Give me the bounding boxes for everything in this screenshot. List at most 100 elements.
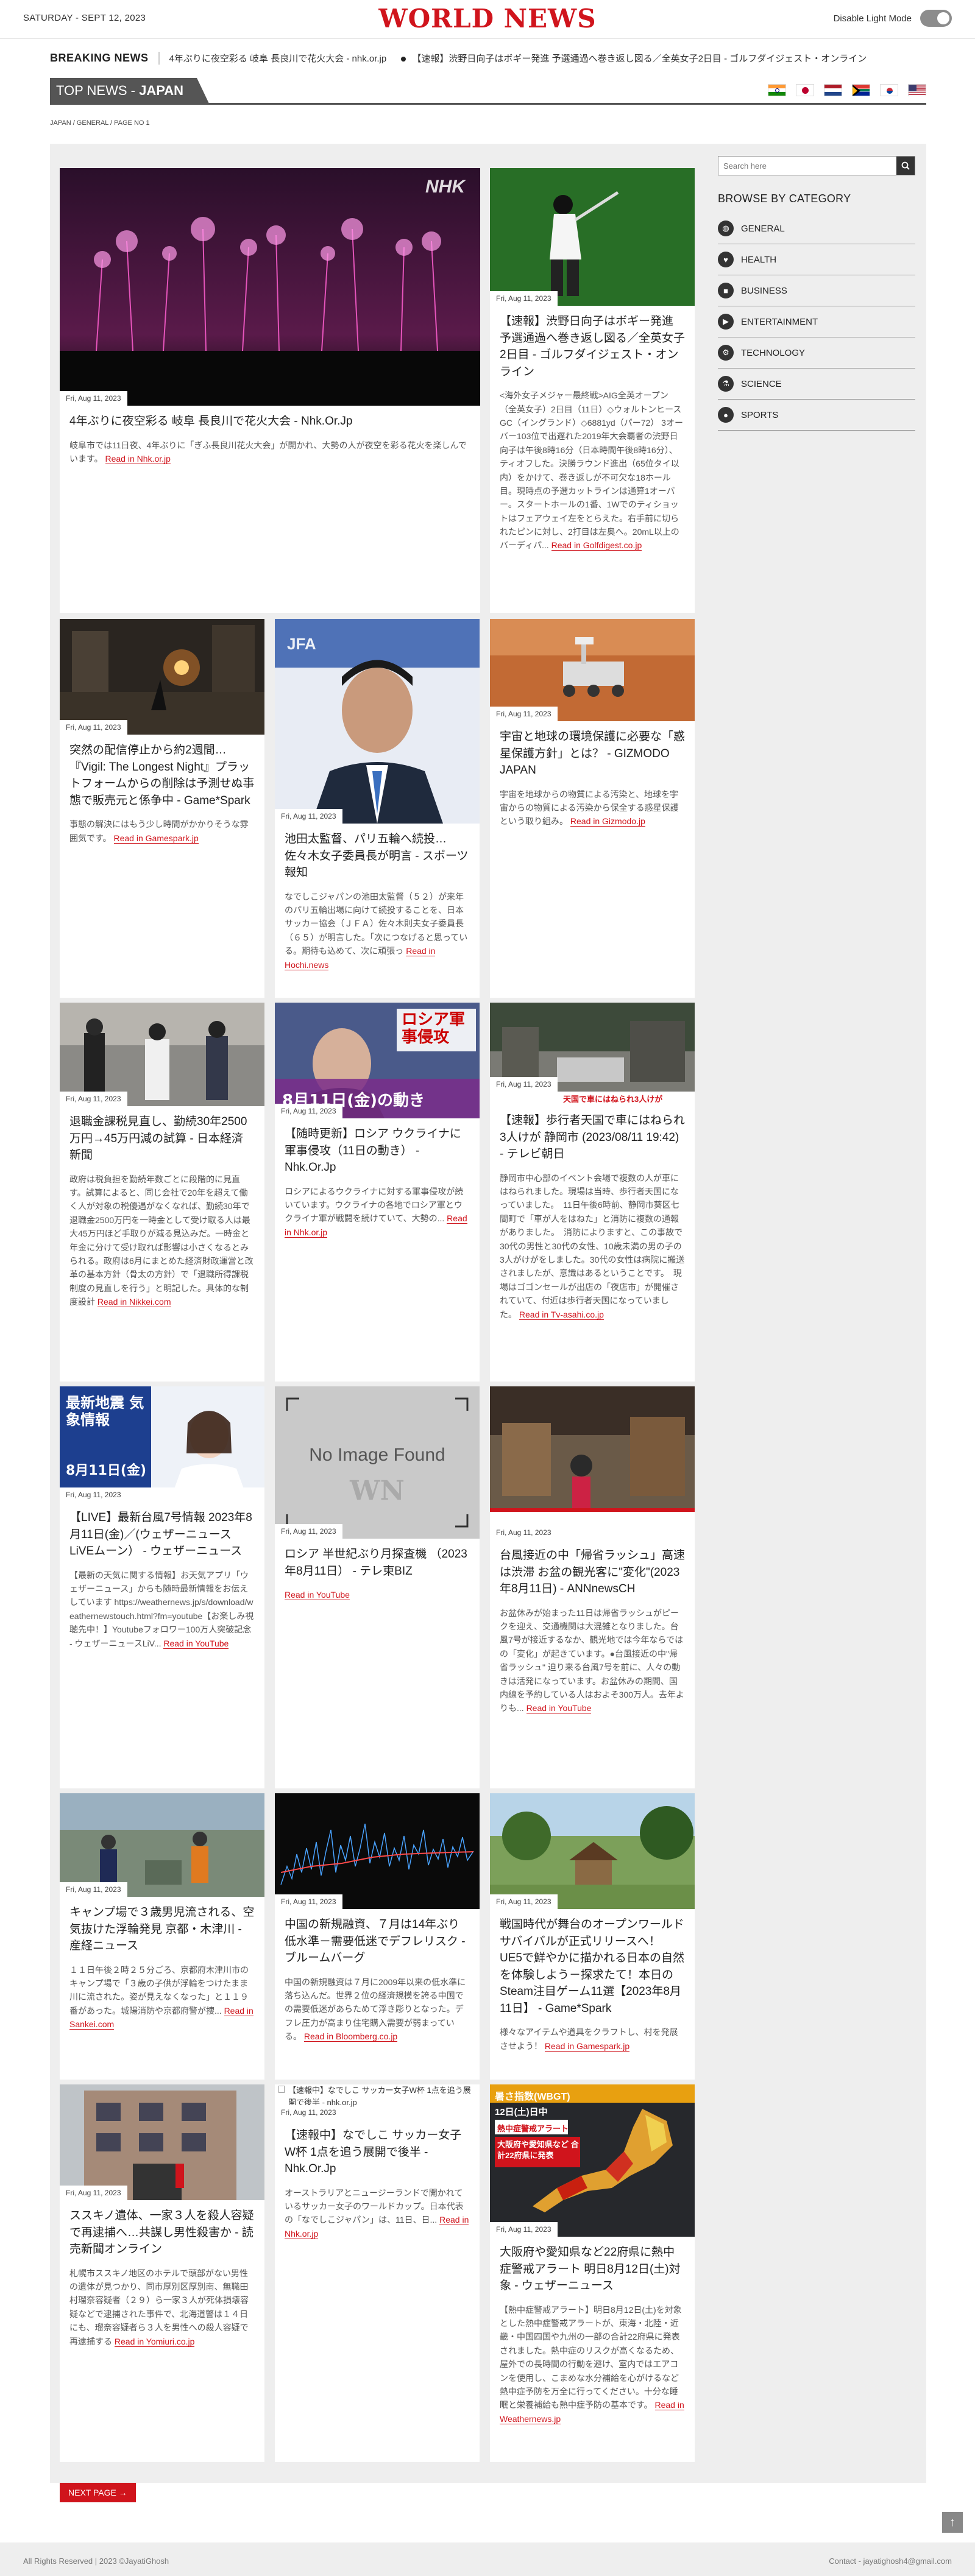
game-image[interactable]: Fri, Aug 11, 2023	[60, 619, 264, 735]
read-more-link[interactable]: Read in YouTube	[163, 1638, 229, 1649]
globe-icon: ◍	[718, 221, 734, 236]
usa-flag-icon[interactable]	[908, 84, 926, 96]
search-button[interactable]	[896, 157, 915, 175]
article-title[interactable]: 台風接近の中「帰省ラッシュ」高速は渋滞 お盆の観光客に"変化"(2023年8月1…	[500, 1547, 685, 1598]
article-card[interactable]: Fri, Aug 11, 2023 中国の新規融資、７月は14年ぶり低水準－需要…	[275, 1793, 480, 2080]
article-title[interactable]: 【速報中】なでしこ サッカー女子W杯 1点を追う展開で後半 - Nhk.Or.J…	[285, 2127, 470, 2178]
article-card[interactable]: Fri, Aug 11, 2023 突然の配信停止から約2週間…『Vigil: …	[60, 619, 264, 998]
category-item-technology[interactable]: ⚙ TECHNOLOGY	[718, 337, 915, 369]
theme-toggle-switch[interactable]	[920, 10, 952, 27]
article-title[interactable]: 池田太監督、パリ五輪へ続投… 佐々木女子委員長が明言 - スポーツ報知	[285, 831, 470, 881]
village-image[interactable]: Fri, Aug 11, 2023	[490, 1793, 695, 1909]
article-card[interactable]: 【速報中】なでしこ サッカー女子W杯 1点を追う展開で後半 - nhk.or.j…	[275, 2084, 480, 2462]
article-card[interactable]: Fri, Aug 11, 2023 【速報】渋野日向子はボギー発進 予選通過へ巻…	[490, 168, 695, 613]
weather-broadcast-image[interactable]: 最新地震 気象情報 8月11日(金) Fri, Aug 11, 2023	[60, 1386, 264, 1502]
article-title[interactable]: 【速報】歩行者天国で車にはねられ3人けが 静岡市 (2023/08/11 19:…	[500, 1112, 685, 1163]
broken-image[interactable]: 【速報中】なでしこ サッカー女子W杯 1点を追う展開で後半 - nhk.or.j…	[275, 2084, 480, 2120]
article-title[interactable]: 退職金課税見直し、勤続30年2500万円→45万円減の試算 - 日本経済新聞	[69, 1113, 255, 1164]
article-title[interactable]: 【随時更新】ロシア ウクライナに軍事侵攻（11日の動き） - Nhk.Or.Jp	[285, 1126, 470, 1176]
category-item-general[interactable]: ◍ GENERAL	[718, 213, 915, 244]
read-more-link[interactable]: Read in YouTube	[285, 1590, 350, 1601]
article-card[interactable]: 最新地震 気象情報 8月11日(金) Fri, Aug 11, 2023 【LI…	[60, 1386, 264, 1788]
read-more-link[interactable]: Read in Gamespark.jp	[544, 2041, 630, 2052]
category-item-health[interactable]: ♥ HEALTH	[718, 244, 915, 275]
article-card[interactable]: 暑さ指数(WBGT) 12日(土)日中 熱中症警戒アラート 大阪府や愛知県など …	[490, 2084, 695, 2462]
golfer-image[interactable]: Fri, Aug 11, 2023	[490, 168, 695, 306]
mars-image[interactable]: Fri, Aug 11, 2023	[490, 619, 695, 721]
copyright-text: All Rights Reserved | 2023 ©JayatiGhosh	[23, 2557, 169, 2566]
read-more-link[interactable]: Read in Gamespark.jp	[113, 833, 199, 844]
rescue-photo	[60, 1793, 264, 1897]
contact-link[interactable]: Contact - jayatighosh4@gmail.com	[829, 2557, 952, 2566]
article-card[interactable]: Fri, Aug 11, 2023 戦国時代が舞台のオープンワールドサバイバルが…	[490, 1793, 695, 2080]
read-more-link[interactable]: Read in Nhk.or.jp	[105, 453, 171, 464]
article-card[interactable]: ロシア軍事侵攻 8月11日(金)の動き Fri, Aug 11, 2023 【随…	[275, 1003, 480, 1382]
russia-image[interactable]: ロシア軍事侵攻 8月11日(金)の動き Fri, Aug 11, 2023	[275, 1003, 480, 1118]
alert-label: 熱中症警戒アラート	[497, 2124, 569, 2133]
rescue-image[interactable]: Fri, Aug 11, 2023	[60, 1793, 264, 1897]
heat-map-image[interactable]: 暑さ指数(WBGT) 12日(土)日中 熱中症警戒アラート 大阪府や愛知県など …	[490, 2084, 695, 2237]
next-page-button[interactable]: NEXT PAGE →	[60, 2483, 136, 2502]
article-title[interactable]: 宇宙と地球の環境保護に必要な「惑星保護方針」とは？ - GIZMODO JAPA…	[500, 729, 685, 779]
read-prefix: Read in	[439, 2215, 469, 2225]
read-more-link[interactable]: Read in Yomiuri.co.jp	[114, 2336, 195, 2347]
search-input[interactable]	[718, 157, 896, 175]
category-item-business[interactable]: ■ BUSINESS	[718, 275, 915, 306]
commuters-image[interactable]: Fri, Aug 11, 2023	[60, 1003, 264, 1106]
placeholder-watermark: WN	[350, 1475, 405, 1506]
category-item-entertainment[interactable]: ▶ ENTERTAINMENT	[718, 306, 915, 337]
south-africa-flag-icon[interactable]	[852, 84, 870, 96]
netherlands-flag-icon[interactable]	[824, 84, 842, 96]
article-card[interactable]: JFA Fri, Aug 11, 2023 池田太監督、パリ五輪へ続投… 佐々木…	[275, 619, 480, 998]
article-card[interactable]: Fri, Aug 11, 2023 退職金課税見直し、勤続30年2500万円→4…	[60, 1003, 264, 1382]
article-title[interactable]: ロシア 半世紀ぶり月探査機 （2023年8月11日） - テレ東BIZ	[285, 1546, 470, 1579]
read-more-link[interactable]: Read in YouTube	[526, 1703, 592, 1714]
article-description: オーストラリアとニュージーランドで開かれているサッカー女子のワールドカップ。日本…	[285, 2186, 470, 2241]
mars-rover-photo	[490, 619, 695, 721]
article-card[interactable]: Fri, Aug 11, 2023 宇宙と地球の環境保護に必要な「惑星保護方針」…	[490, 619, 695, 998]
india-flag-icon[interactable]	[768, 84, 786, 96]
article-title[interactable]: 4年ぶりに夜空彩る 岐阜 長良川で花火大会 - Nhk.Or.Jp	[69, 413, 470, 430]
coach-portrait: JFA	[275, 619, 480, 824]
article-description-text: お盆休みが始まった11日は帰省ラッシュがピークを迎え、交通機関は大混雑となりまし…	[500, 1607, 684, 1713]
article-card[interactable]: Fri, Aug 11, 2023 キャンプ場で３歳男児流される、空気抜けた浮輪…	[60, 1793, 264, 2080]
travel-image[interactable]: Fri, Aug 11, 2023	[490, 1386, 695, 1540]
finance-image[interactable]: Fri, Aug 11, 2023	[275, 1793, 480, 1909]
read-prefix: Read in	[570, 816, 603, 827]
japan-flag-icon[interactable]	[796, 84, 814, 96]
site-logo[interactable]: WORLD NEWS	[0, 4, 975, 34]
category-item-sports[interactable]: ● SPORTS	[718, 400, 915, 431]
ticker-item[interactable]: 4年ぶりに夜空彩る 岐阜 長良川で花火大会 - nhk.or.jp	[169, 54, 387, 64]
article-title[interactable]: 戦国時代が舞台のオープンワールドサバイバルが正式リリースへ！ UE5で鮮やかに描…	[500, 1916, 685, 2017]
read-more-link[interactable]: Read in Nikkei.com	[97, 1297, 171, 1308]
south-korea-flag-icon[interactable]	[880, 84, 898, 96]
article-title[interactable]: 中国の新規融資、７月は14年ぶり低水準－需要低迷でデフレリスク - ブルームバー…	[285, 1916, 470, 1967]
building-image[interactable]: Fri, Aug 11, 2023	[60, 2084, 264, 2200]
read-more-link[interactable]: Read in Bloomberg.co.jp	[303, 2031, 398, 2042]
scroll-to-top-button[interactable]: ↑	[942, 2512, 963, 2533]
country-flags	[768, 84, 926, 96]
article-card[interactable]: Fri, Aug 11, 2023 台風接近の中「帰省ラッシュ」高速は渋滞 お盆…	[490, 1386, 695, 1788]
read-more-link[interactable]: Read in Tv-asahi.co.jp	[519, 1309, 604, 1320]
article-card[interactable]: Fri, Aug 11, 2023 ススキノ遺体、一家３人を殺人容疑で再逮捕へ……	[60, 2084, 264, 2462]
article-card[interactable]: No Image Found WN Fri, Aug 11, 2023 ロシア …	[275, 1386, 480, 1788]
article-title[interactable]: 【速報】渋野日向子はボギー発進 予選通過へ巻き返し図る／全英女子2日目 - ゴル…	[500, 313, 685, 380]
article-date: Fri, Aug 11, 2023	[60, 1882, 127, 1897]
category-item-science[interactable]: ⚗ SCIENCE	[718, 369, 915, 400]
article-title[interactable]: キャンプ場で３歳男児流される、空気抜けた浮輪発見 京都・木津川 - 産経ニュース	[69, 1904, 255, 1955]
article-card[interactable]: NHK Fri, Aug 11, 2023 4年ぶりに夜空彩る 岐阜 長良川で花…	[60, 168, 480, 613]
ticker-item[interactable]: 【速報】渋野日向子はボギー発進 予選通過へ巻き返し図る／全英女子2日目 - ゴル…	[412, 54, 867, 64]
street-image[interactable]: 天国で車にはねられ3人けが Fri, Aug 11, 2023	[490, 1003, 695, 1105]
fireworks-image[interactable]: NHK Fri, Aug 11, 2023	[60, 168, 480, 406]
article-card[interactable]: 天国で車にはねられ3人けが Fri, Aug 11, 2023 【速報】歩行者天…	[490, 1003, 695, 1382]
article-title[interactable]: ススキノ遺体、一家３人を殺人容疑で再逮捕へ…共謀し男性殺害か - 読売新聞オンラ…	[69, 2207, 255, 2258]
coach-image[interactable]: JFA Fri, Aug 11, 2023	[275, 619, 480, 824]
read-more-link[interactable]: Read in Golfdigest.co.jp	[551, 540, 642, 551]
article-date: Fri, Aug 11, 2023	[490, 1525, 558, 1540]
read-more-link[interactable]: Read in Gizmodo.jp	[570, 816, 645, 827]
article-title[interactable]: 突然の配信停止から約2週間…『Vigil: The Longest Night』…	[69, 742, 255, 809]
article-title[interactable]: 【LIVE】最新台風7号情報 2023年8月11日(金)／(ウェザーニュースLi…	[69, 1509, 255, 1560]
article-title[interactable]: 大阪府や愛知県など22府県に熱中症警戒アラート 明日8月12日(土)対象 - ウ…	[500, 2244, 685, 2295]
article-description-text: <海外女子メジャー最終戦>AIG全英オープン（全英女子）2日目（11日）◇ウォル…	[500, 390, 683, 551]
placeholder-image[interactable]: No Image Found WN Fri, Aug 11, 2023	[275, 1386, 480, 1539]
